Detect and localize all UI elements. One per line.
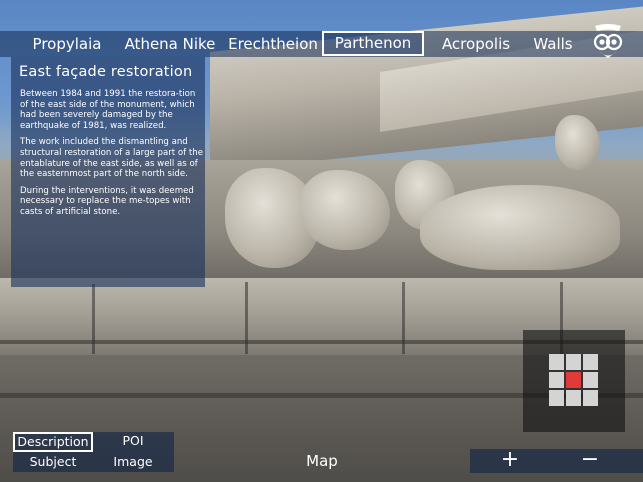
nav-item-parthenon[interactable]: Parthenon [322,31,424,56]
minimap-cell[interactable] [566,354,581,370]
minimap[interactable] [523,330,625,432]
minimap-grid [549,354,599,406]
zoom-controls: + − [470,449,643,473]
image-mode-button[interactable]: Image [94,453,172,472]
subject-mode-button[interactable]: Subject [13,453,93,472]
info-panel: East façade restoration Between 1984 and… [11,57,205,287]
reclining-figure-sculpture [420,185,620,270]
panel-body: Between 1984 and 1991 the restora-tion o… [20,89,204,224]
poi-mode-button[interactable]: POI [94,432,172,452]
nav-item-acropolis[interactable]: Acropolis [436,31,516,57]
minimap-cell[interactable] [549,390,564,406]
minimap-cell[interactable] [583,390,598,406]
nav-item-walls[interactable]: Walls [527,31,579,57]
panel-title: East façade restoration [19,64,193,80]
panel-paragraph: During the interventions, it was deemed … [20,185,194,217]
map-button[interactable]: Map [296,452,348,470]
minimap-cell[interactable] [566,390,581,406]
owl-icon[interactable] [591,22,625,62]
nav-item-erechtheion[interactable]: Erechtheion [226,31,320,57]
nav-item-athena-nike[interactable]: Athena Nike [118,31,222,57]
minimap-cell[interactable] [583,372,598,388]
zoom-out-button[interactable]: − [570,449,610,473]
monument-nav-bar: Propylaia Athena Nike Erechtheion Parthe… [0,31,643,57]
minimap-cell[interactable] [549,372,564,388]
minimap-cell[interactable] [583,354,598,370]
panel-paragraph: The work included the dismantling and st… [20,137,204,180]
description-mode-button[interactable]: Description [13,432,93,452]
nav-item-propylaia[interactable]: Propylaia [28,31,106,57]
panel-paragraph: Between 1984 and 1991 the restora-tion o… [20,89,196,131]
zoom-in-button[interactable]: + [490,449,530,473]
minimap-cell-selected[interactable] [566,372,581,388]
minimap-cell[interactable] [549,354,564,370]
